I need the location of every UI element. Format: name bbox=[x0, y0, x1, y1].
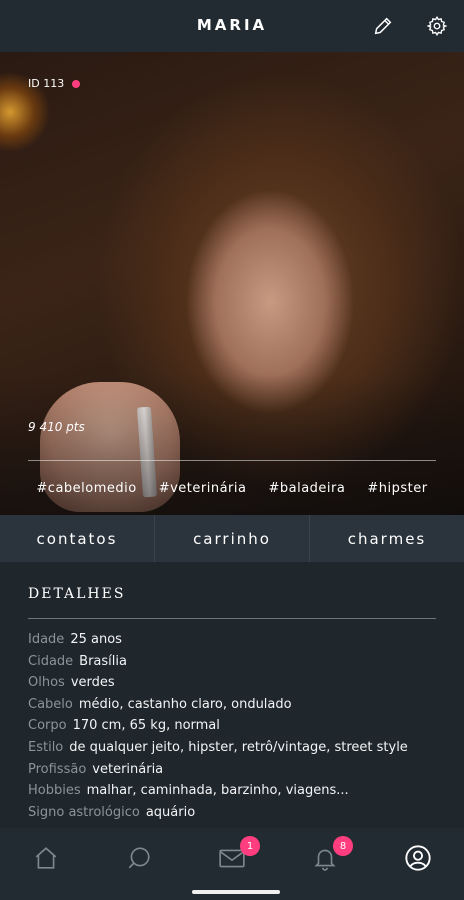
tag[interactable]: #veterinária bbox=[159, 481, 247, 496]
detail-key: Cabelo bbox=[28, 696, 73, 712]
detail-value: médio, castanho claro, ondulado bbox=[78, 696, 292, 712]
tag[interactable]: #cabelomedio bbox=[36, 481, 136, 496]
hero-divider bbox=[28, 460, 436, 461]
tab-charmes[interactable]: charmes bbox=[309, 515, 464, 562]
detail-key: Profissão bbox=[28, 761, 87, 777]
detail-row: Profissão veterinária bbox=[28, 762, 454, 784]
pencil-icon bbox=[374, 17, 392, 35]
profile-tabs: contatos carrinho charmes bbox=[0, 515, 464, 562]
detail-key: Corpo bbox=[28, 718, 67, 734]
detail-key: Signo astrológico bbox=[28, 804, 140, 820]
tag[interactable]: #hipster bbox=[367, 481, 427, 496]
details-list: Idade 25 anos Cidade Brasília Olhos verdes … bbox=[28, 632, 454, 826]
detail-row: Hobbies malhar, caminhada, barzinho, viag… bbox=[28, 783, 454, 805]
detail-value: malhar, caminhada, barzinho, viagens... bbox=[86, 783, 349, 799]
profile-id: ID 113 bbox=[28, 77, 81, 90]
online-status-dot bbox=[72, 79, 81, 88]
profile-id-label: ID 113 bbox=[28, 77, 65, 90]
points-label: 9 410 pts bbox=[28, 420, 85, 434]
nav-messages[interactable]: 1 bbox=[216, 836, 260, 874]
notifications-badge: 8 bbox=[333, 836, 353, 856]
detail-value: 170 cm, 65 kg, normal bbox=[72, 718, 220, 734]
details-divider bbox=[28, 618, 436, 619]
tab-contatos[interactable]: contatos bbox=[0, 515, 154, 562]
detail-value: de qualquer jeito, hipster, retrô/vintag… bbox=[69, 739, 408, 755]
detail-value: Brasília bbox=[79, 653, 127, 669]
detail-row: Idade 25 anos bbox=[28, 632, 454, 654]
messages-badge: 1 bbox=[240, 836, 260, 856]
detail-row: Corpo 170 cm, 65 kg, normal bbox=[28, 718, 454, 740]
detail-key: Estilo bbox=[28, 739, 64, 755]
chat-bubble-icon bbox=[128, 847, 150, 869]
nav-search[interactable] bbox=[123, 842, 155, 874]
top-bar: MARIA bbox=[0, 0, 464, 52]
detail-row: Signo astrológico aquário bbox=[28, 805, 454, 827]
detail-key: Cidade bbox=[28, 653, 74, 669]
detail-value: aquário bbox=[145, 804, 196, 820]
home-icon bbox=[35, 847, 57, 869]
home-indicator bbox=[192, 890, 280, 894]
detail-value: verdes bbox=[70, 675, 115, 691]
details-heading: DETALHES bbox=[28, 586, 126, 602]
detail-key: Idade bbox=[28, 632, 65, 647]
settings-button[interactable] bbox=[424, 13, 450, 39]
detail-row: Cidade Brasília bbox=[28, 654, 454, 676]
profile-icon bbox=[405, 845, 431, 871]
nav-notifications[interactable]: 8 bbox=[309, 836, 353, 874]
detail-key: Hobbies bbox=[28, 783, 81, 799]
detail-row: Olhos verdes bbox=[28, 675, 454, 697]
tab-carrinho[interactable]: carrinho bbox=[154, 515, 309, 562]
edit-button[interactable] bbox=[370, 13, 396, 39]
tag-list: #cabelomedio #veterinária #baladeira #hi… bbox=[0, 481, 464, 496]
tag[interactable]: #baladeira bbox=[268, 481, 345, 496]
detail-row: Estilo de qualquer jeito, hipster, retrô/… bbox=[28, 740, 454, 762]
detail-row: Cabelo médio, castanho claro, ondulado bbox=[28, 697, 454, 719]
nav-profile[interactable] bbox=[402, 842, 434, 874]
gear-icon bbox=[426, 16, 448, 36]
detail-value: veterinária bbox=[92, 761, 164, 777]
nav-home[interactable] bbox=[30, 842, 62, 874]
profile-photo[interactable] bbox=[0, 52, 464, 515]
detail-value: 25 anos bbox=[70, 632, 122, 647]
detail-key: Olhos bbox=[28, 675, 65, 691]
details-section: DETALHES Idade 25 anos Cidade Brasília Olh… bbox=[0, 562, 464, 828]
